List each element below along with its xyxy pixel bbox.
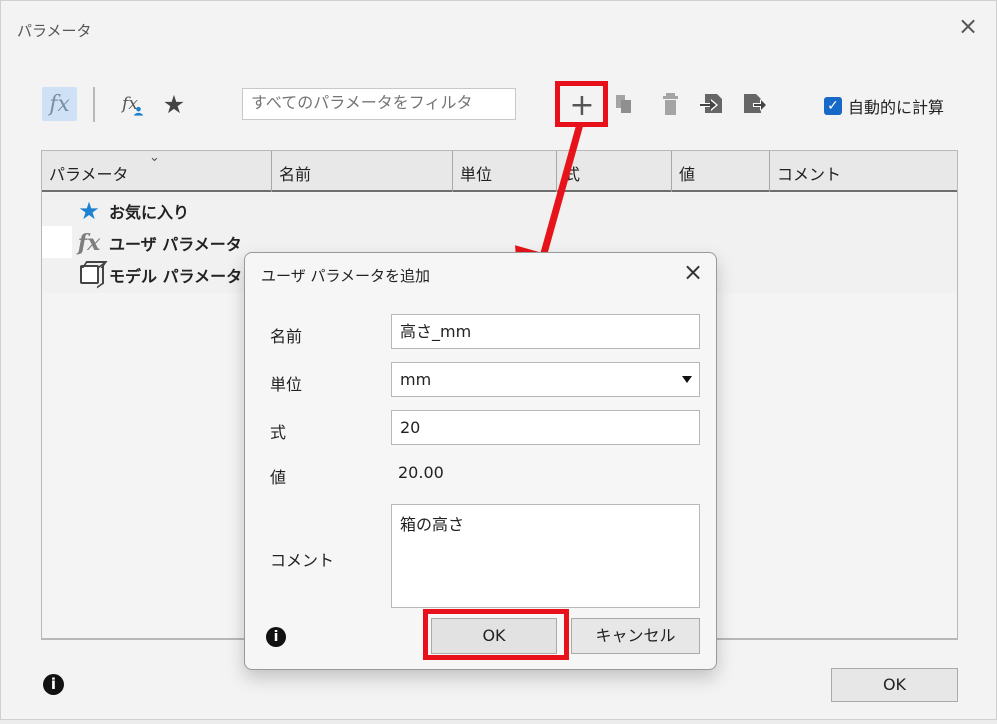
column-header-unit[interactable]: 単位 bbox=[453, 151, 557, 192]
dialog-cancel-button[interactable]: キャンセル bbox=[571, 618, 700, 654]
screen: パラメータ × fx fx ★ + bbox=[0, 0, 997, 724]
favorite-filter-button[interactable]: ★ bbox=[159, 89, 189, 119]
window-title: パラメータ bbox=[17, 22, 92, 40]
star-icon: ★ bbox=[78, 196, 100, 225]
tree-item-user-parameters[interactable]: fx ユーザ パラメータ bbox=[77, 227, 242, 258]
auto-calculate-label: 自動的に計算 bbox=[848, 98, 945, 117]
dialog-ok-highlight bbox=[423, 609, 569, 660]
export-icon[interactable] bbox=[741, 91, 766, 116]
comment-label: コメント bbox=[270, 551, 335, 570]
toolbar-separator bbox=[93, 87, 95, 122]
column-header-name[interactable]: 名前 bbox=[272, 151, 453, 192]
fx-icon: fx bbox=[77, 229, 101, 256]
expression-label: 式 bbox=[270, 423, 287, 442]
name-label: 名前 bbox=[270, 327, 303, 346]
comment-textarea[interactable]: 箱の高さ bbox=[391, 504, 700, 608]
dialog-title: ユーザ パラメータを追加 bbox=[261, 267, 431, 285]
auto-calculate-toggle[interactable]: ✓ 自動的に計算 bbox=[824, 94, 944, 118]
window-close-button[interactable]: × bbox=[958, 14, 978, 38]
import-icon[interactable] bbox=[700, 91, 725, 116]
add-user-parameter-dialog: ユーザ パラメータを追加 × 名前 高さ_mm 単位 mm 式 20 値 20.… bbox=[244, 252, 717, 670]
name-input[interactable]: 高さ_mm bbox=[391, 314, 700, 349]
info-icon[interactable]: i bbox=[43, 674, 64, 695]
tree-item-model-parameters[interactable]: モデル パラメータ bbox=[77, 259, 242, 290]
dropdown-arrow-icon bbox=[682, 376, 692, 383]
fx-filter-button[interactable]: fx bbox=[42, 87, 77, 121]
add-button-highlight bbox=[555, 81, 608, 127]
person-icon bbox=[133, 106, 144, 116]
parameter-filter-input[interactable] bbox=[242, 88, 516, 120]
unit-label: 単位 bbox=[270, 375, 303, 394]
auto-calculate-checkbox[interactable]: ✓ bbox=[824, 97, 842, 115]
selected-row-marker bbox=[42, 226, 72, 258]
main-ok-button[interactable]: OK bbox=[831, 668, 958, 702]
dialog-close-button[interactable]: × bbox=[682, 260, 704, 284]
tree-item-label: お気に入り bbox=[109, 202, 190, 222]
cube-icon bbox=[77, 263, 101, 287]
unit-select[interactable]: mm bbox=[391, 362, 700, 397]
table-header: パラメータ 名前 単位 式 値 コメント bbox=[42, 151, 957, 192]
dialog-info-icon[interactable]: i bbox=[266, 627, 286, 647]
unit-select-value: mm bbox=[400, 370, 432, 389]
delete-icon[interactable] bbox=[658, 92, 683, 117]
value-readout: 20.00 bbox=[398, 463, 444, 482]
expression-input[interactable]: 20 bbox=[391, 410, 700, 445]
copy-icon[interactable] bbox=[612, 92, 637, 117]
column-header-comment[interactable]: コメント bbox=[770, 151, 957, 192]
value-label: 値 bbox=[270, 468, 287, 487]
user-parameter-filter-button[interactable]: fx bbox=[115, 89, 145, 119]
tree-item-label: ユーザ パラメータ bbox=[109, 234, 242, 254]
column-header-value[interactable]: 値 bbox=[672, 151, 770, 192]
tree-item-label: モデル パラメータ bbox=[109, 266, 243, 286]
tree-item-favorites[interactable]: ★ お気に入り bbox=[77, 195, 189, 226]
sort-chevron-icon: ⌄ bbox=[149, 150, 160, 165]
